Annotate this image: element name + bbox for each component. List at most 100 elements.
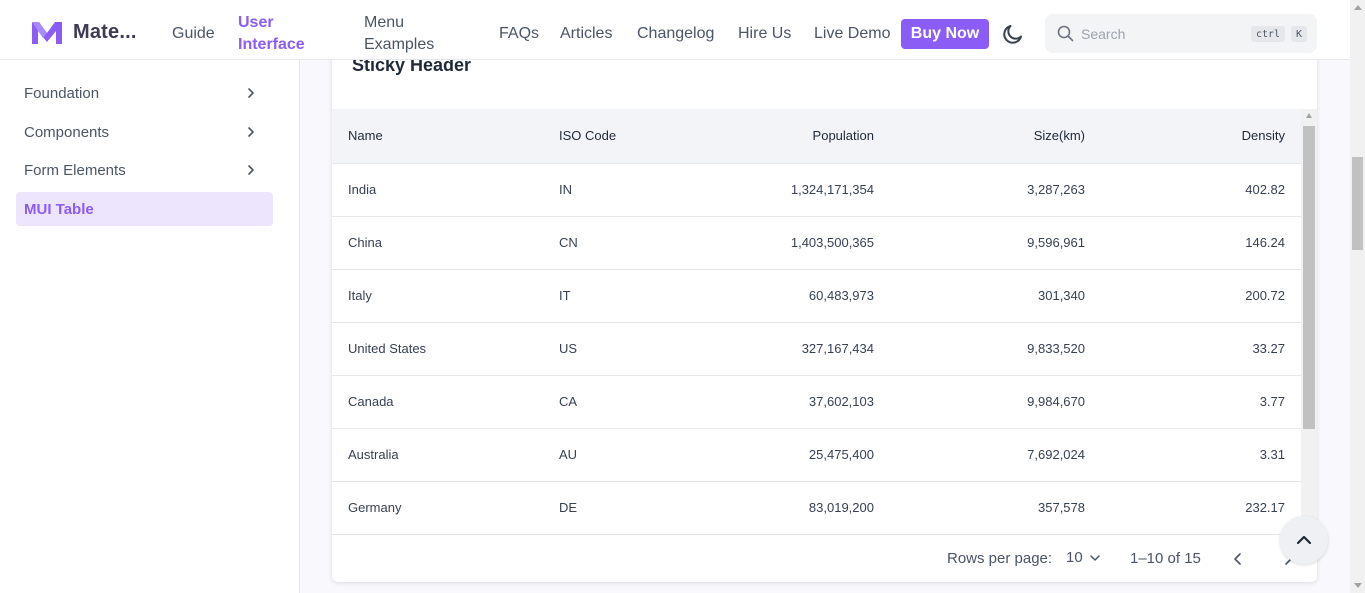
chevron-up-icon — [1296, 535, 1312, 545]
cell-size: 9,833,520 — [890, 322, 1101, 376]
chevron-down-icon — [1089, 554, 1100, 561]
previous-page-icon[interactable] — [1230, 551, 1246, 567]
column-header-density: Density — [1101, 109, 1301, 164]
cell-name: United States — [332, 322, 543, 376]
table-row[interactable]: Canada CA 37,602,103 9,984,670 3.77 — [332, 375, 1301, 429]
cell-iso-code: US — [543, 322, 663, 376]
table-row[interactable]: China CN 1,403,500,365 9,596,961 146.24 — [332, 216, 1301, 270]
cell-iso-code: CN — [543, 216, 663, 270]
cell-population: 1,403,500,365 — [663, 216, 890, 270]
cell-name: India — [332, 163, 543, 217]
moon-icon[interactable] — [1001, 22, 1025, 46]
table-row[interactable]: Germany DE 83,019,200 357,578 232.17 — [332, 481, 1301, 534]
cell-population: 1,324,171,354 — [663, 163, 890, 217]
cell-name: Australia — [332, 428, 543, 482]
sidebar-item-label: Foundation — [24, 84, 100, 102]
page-scroll-up-icon[interactable] — [1354, 5, 1362, 10]
sidebar-item-mui-table[interactable]: MUI Table — [16, 192, 273, 226]
sidebar-item-label: MUI Table — [24, 200, 94, 218]
sidebar-item-components[interactable]: Components — [16, 115, 273, 149]
top-navbar: Mate... Guide User Interface Menu Exampl… — [0, 0, 1350, 60]
sidebar: Foundation Components Form Elements MUI … — [0, 60, 300, 593]
table-scrollbar[interactable] — [1301, 109, 1317, 534]
nav-hire-us[interactable]: Hire Us — [738, 23, 791, 45]
cell-density: 232.17 — [1101, 481, 1301, 534]
cell-iso-code: DE — [543, 481, 663, 534]
kbd-ctrl: ctrl — [1251, 26, 1285, 42]
cell-iso-code: IN — [543, 163, 663, 217]
nav-articles[interactable]: Articles — [560, 23, 612, 45]
nav-menu-examples[interactable]: Menu Examples — [364, 12, 454, 56]
table-scroll-container[interactable]: Name ISO Code Population Size(km) Densit… — [332, 109, 1317, 534]
cell-population: 37,602,103 — [663, 375, 890, 429]
nav-user-interface[interactable]: User Interface — [238, 12, 328, 56]
table-card: Sticky Header Name ISO Code Population S… — [332, 20, 1317, 582]
search-icon — [1057, 25, 1074, 42]
brand-logo[interactable]: Mate... — [30, 18, 137, 46]
cell-size: 3,287,263 — [890, 163, 1101, 217]
cell-population: 60,483,973 — [663, 269, 890, 323]
main-content: Sticky Header Name ISO Code Population S… — [300, 20, 1350, 593]
table-header-row: Name ISO Code Population Size(km) Densit… — [332, 109, 1301, 164]
scroll-to-top-button[interactable] — [1280, 516, 1328, 564]
cell-size: 9,984,670 — [890, 375, 1101, 429]
cell-population: 83,019,200 — [663, 481, 890, 534]
sidebar-item-label: Components — [24, 123, 110, 141]
search-input[interactable] — [1081, 23, 1241, 45]
kbd-k: K — [1291, 26, 1307, 42]
table-row[interactable]: United States US 327,167,434 9,833,520 33.27 — [332, 322, 1301, 376]
search-box[interactable]: ctrl K — [1045, 14, 1317, 53]
cell-size: 301,340 — [890, 269, 1101, 323]
nav-changelog[interactable]: Changelog — [637, 23, 714, 45]
materio-logo-icon — [32, 22, 62, 44]
cell-density: 3.31 — [1101, 428, 1301, 482]
cell-density: 146.24 — [1101, 216, 1301, 270]
scroll-up-arrow-icon[interactable] — [1306, 113, 1312, 118]
cell-iso-code: CA — [543, 375, 663, 429]
cell-name: Canada — [332, 375, 543, 429]
buy-now-button[interactable]: Buy Now — [901, 19, 989, 49]
cell-name: China — [332, 216, 543, 270]
chevron-right-icon — [248, 88, 254, 98]
nav-faqs[interactable]: FAQs — [499, 23, 539, 45]
cell-size: 357,578 — [890, 481, 1101, 534]
chevron-right-icon — [248, 165, 254, 175]
rows-per-page-select[interactable]: 10 — [1066, 549, 1101, 566]
pagination-range: 1–10 of 15 — [1130, 550, 1201, 567]
cell-density: 3.77 — [1101, 375, 1301, 429]
rows-per-page-value: 10 — [1066, 549, 1083, 566]
cell-density: 200.72 — [1101, 269, 1301, 323]
table-body: India IN 1,324,171,354 3,287,263 402.82 China… — [332, 163, 1301, 534]
nav-guide[interactable]: Guide — [172, 23, 215, 45]
column-header-name: Name — [332, 109, 543, 164]
page-scroll-down-icon[interactable] — [1354, 583, 1362, 588]
column-header-population: Population — [663, 109, 890, 164]
rows-per-page-label: Rows per page: — [947, 550, 1053, 567]
scrollbar-thumb[interactable] — [1303, 126, 1315, 429]
sidebar-item-label: Form Elements — [24, 161, 126, 179]
table-row[interactable]: Italy IT 60,483,973 301,340 200.72 — [332, 269, 1301, 323]
chevron-right-icon — [248, 127, 254, 137]
cell-iso-code: IT — [543, 269, 663, 323]
cell-density: 402.82 — [1101, 163, 1301, 217]
cell-name: Italy — [332, 269, 543, 323]
nav-live-demo[interactable]: Live Demo — [814, 23, 890, 45]
table-pagination: Rows per page: 10 1–10 of 15 — [332, 534, 1317, 582]
data-table: Name ISO Code Population Size(km) Densit… — [332, 109, 1301, 534]
cell-density: 33.27 — [1101, 322, 1301, 376]
column-header-size: Size(km) — [890, 109, 1101, 164]
cell-population: 25,475,400 — [663, 428, 890, 482]
cell-iso-code: AU — [543, 428, 663, 482]
page-scrollbar[interactable] — [1350, 0, 1365, 593]
sidebar-item-form-elements[interactable]: Form Elements — [16, 153, 273, 187]
sidebar-item-foundation[interactable]: Foundation — [16, 76, 273, 110]
cell-population: 327,167,434 — [663, 322, 890, 376]
page-scrollbar-thumb[interactable] — [1352, 157, 1363, 250]
table-row[interactable]: Australia AU 25,475,400 7,692,024 3.31 — [332, 428, 1301, 482]
cell-name: Germany — [332, 481, 543, 534]
cell-size: 7,692,024 — [890, 428, 1101, 482]
table-row[interactable]: India IN 1,324,171,354 3,287,263 402.82 — [332, 163, 1301, 217]
brand-name: Mate... — [73, 20, 137, 43]
cell-size: 9,596,961 — [890, 216, 1101, 270]
column-header-iso-code: ISO Code — [543, 109, 663, 164]
